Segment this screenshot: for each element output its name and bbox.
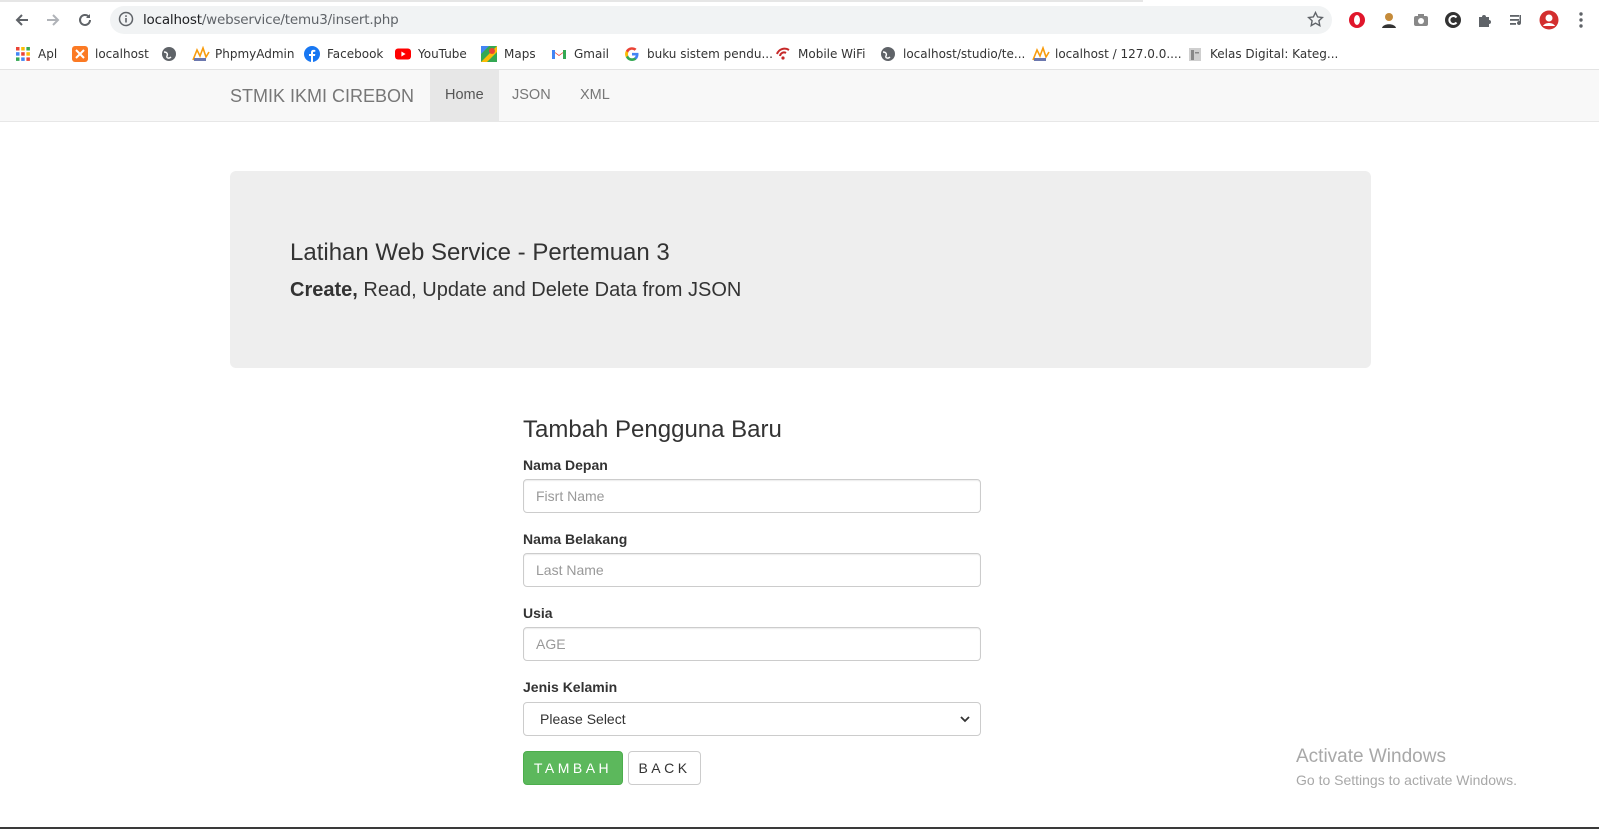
bookmark-star-icon[interactable] xyxy=(1307,10,1324,33)
chevron-down-icon xyxy=(958,712,972,729)
youtube-icon xyxy=(395,46,411,62)
bookmark-label: PhpmyAdmin xyxy=(215,47,295,61)
gender-label: Jenis Kelamin xyxy=(523,679,618,695)
phpmyadmin-icon xyxy=(1032,45,1050,62)
url-text: localhost/webservice/temu3/insert.php xyxy=(143,12,399,28)
c-extension-icon[interactable] xyxy=(1442,9,1464,31)
browser-toolbar: localhost/webservice/temu3/insert.php xyxy=(0,0,1599,38)
bookmark-label: Kelas Digital: Kateg... xyxy=(1210,47,1339,61)
nav-link-json[interactable]: JSON xyxy=(497,70,566,121)
bookmark-label: localhost / 127.0.0.... xyxy=(1055,47,1182,61)
bookmark-label: localhost/studio/te... xyxy=(903,47,1026,61)
bookmark-maps[interactable]: Maps xyxy=(481,43,536,65)
nav-link-xml[interactable]: XML xyxy=(565,70,625,121)
bookmark-youtube[interactable]: YouTube xyxy=(395,43,467,65)
reload-icon[interactable] xyxy=(74,9,96,31)
gender-select-value: Please Select xyxy=(540,711,626,727)
last-name-input[interactable] xyxy=(523,553,981,587)
bookmark-label: Gmail xyxy=(574,47,610,61)
bookmark-label: Facebook xyxy=(327,47,384,61)
form-title: Tambah Pengguna Baru xyxy=(523,416,782,443)
bookmark-label: buku sistem pendu... xyxy=(647,47,773,61)
bookmark-label: YouTube xyxy=(418,47,467,61)
bookmark-apps[interactable]: Apl xyxy=(15,43,57,65)
nav-link-home[interactable]: Home xyxy=(430,70,499,121)
opera-extension-icon[interactable] xyxy=(1346,9,1368,31)
avatar[interactable] xyxy=(1538,9,1560,31)
url-host: localhost xyxy=(143,12,202,28)
first-name-input[interactable] xyxy=(523,479,981,513)
apps-grid-icon xyxy=(15,46,31,62)
phpmyadmin-icon xyxy=(192,45,210,62)
media-queue-icon[interactable] xyxy=(1506,9,1528,31)
xampp-icon xyxy=(72,46,88,62)
bookmark-localhost-127[interactable]: localhost / 127.0.0.... xyxy=(1032,43,1182,65)
subtitle-rest: Read, Update and Delete Data from JSON xyxy=(357,279,742,301)
maps-icon xyxy=(481,46,497,62)
page-subtitle: Create, Read, Update and Delete Data fro… xyxy=(290,279,741,302)
site-info-icon[interactable] xyxy=(118,11,134,32)
loading-bar xyxy=(0,0,1143,2)
jumbotron: Latihan Web Service - Pertemuan 3 Create… xyxy=(230,171,1371,368)
url-path: /webservice/temu3/insert.php xyxy=(201,12,399,28)
age-label: Usia xyxy=(523,605,553,621)
bookmarks-bar: Apl localhost PhpmyAdmin Facebook YouTub… xyxy=(0,38,1599,70)
address-bar[interactable]: localhost/webservice/temu3/insert.php xyxy=(110,6,1332,34)
activate-windows-watermark: Activate Windows Go to Settings to activ… xyxy=(1296,746,1517,788)
camera-icon[interactable] xyxy=(1410,9,1432,31)
bookmark-label: localhost xyxy=(95,47,149,61)
bookmark-label: Maps xyxy=(504,47,536,61)
watermark-line2: Go to Settings to activate Windows. xyxy=(1296,772,1517,788)
last-name-label: Nama Belakang xyxy=(523,531,628,547)
bookmark-google[interactable]: buku sistem pendu... xyxy=(624,43,773,65)
menu-kebab-icon[interactable] xyxy=(1570,9,1592,31)
bookmark-label: Mobile WiFi xyxy=(798,47,866,61)
gmail-icon xyxy=(551,46,567,62)
puzzle-extensions-icon[interactable] xyxy=(1474,9,1496,31)
bookmark-globe[interactable] xyxy=(161,43,184,65)
back-button[interactable]: BACK xyxy=(628,751,701,785)
bookmark-phpmyadmin[interactable]: PhpmyAdmin xyxy=(192,43,295,65)
wifi-router-icon xyxy=(775,46,791,62)
back-icon[interactable] xyxy=(11,9,33,31)
bookmark-kelas-digital[interactable]: Kelas Digital: Kateg... xyxy=(1187,43,1338,65)
site-navbar: STMIK IKMI CIREBON Home JSON XML xyxy=(0,70,1599,122)
profile-extension-icon[interactable] xyxy=(1378,9,1400,31)
bookmark-localhost[interactable]: localhost xyxy=(72,43,149,65)
submit-button[interactable]: TAMBAH xyxy=(523,751,623,785)
bookmark-facebook[interactable]: Facebook xyxy=(304,43,383,65)
globe-icon xyxy=(161,46,177,62)
page-icon xyxy=(1187,46,1203,62)
bookmark-mobile-wifi[interactable]: Mobile WiFi xyxy=(775,43,865,65)
watermark-line1: Activate Windows xyxy=(1296,746,1446,767)
forward-icon[interactable] xyxy=(42,9,64,31)
subtitle-bold: Create, xyxy=(290,279,358,301)
page-title: Latihan Web Service - Pertemuan 3 xyxy=(290,239,670,266)
age-input[interactable] xyxy=(523,627,981,661)
bookmark-gmail[interactable]: Gmail xyxy=(551,43,609,65)
google-icon xyxy=(624,46,640,62)
first-name-label: Nama Depan xyxy=(523,457,608,473)
globe-icon xyxy=(880,46,896,62)
gender-select[interactable]: Please Select xyxy=(523,702,981,736)
navbar-brand[interactable]: STMIK IKMI CIREBON xyxy=(230,86,414,107)
bookmark-label: Apl xyxy=(38,47,58,61)
bookmark-localhost-studio[interactable]: localhost/studio/te... xyxy=(880,43,1025,65)
facebook-icon xyxy=(304,46,320,62)
